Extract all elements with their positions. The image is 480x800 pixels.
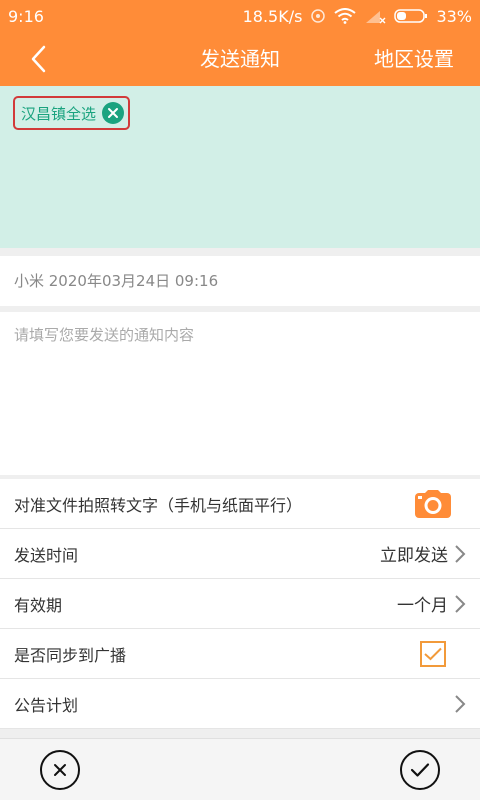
chevron-right-icon <box>454 544 466 564</box>
back-button[interactable] <box>22 42 56 76</box>
send-time-row[interactable]: 发送时间 立即发送 <box>0 529 480 579</box>
battery-icon <box>394 8 428 24</box>
camera-icon[interactable] <box>414 489 452 519</box>
validity-row[interactable]: 有效期 一个月 <box>0 579 480 629</box>
validity-value: 一个月 <box>397 596 448 616</box>
headset-icon <box>310 8 326 24</box>
cancel-button[interactable] <box>40 750 80 790</box>
check-icon <box>424 647 442 660</box>
close-icon <box>108 108 119 118</box>
ocr-photo-row[interactable]: 对准文件拍照转文字（手机与纸面平行） <box>0 479 480 529</box>
validity-label: 有效期 <box>14 595 63 615</box>
battery-level: 33% <box>436 6 472 26</box>
send-time-value: 立即发送 <box>380 546 448 566</box>
notice-plan-row[interactable]: 公告计划 <box>0 679 480 729</box>
notice-plan-label: 公告计划 <box>14 695 79 715</box>
options-list: 对准文件拍照转文字（手机与纸面平行） 发送时间 立即发送 有效期 一个月 是否同… <box>0 479 480 729</box>
tag-label: 汉昌镇全选 <box>21 104 97 123</box>
broadcast-sync-checkbox[interactable] <box>420 640 446 667</box>
content-area <box>0 312 480 475</box>
broadcast-sync-label: 是否同步到广播 <box>14 645 127 665</box>
app-bar: 发送通知 地区设置 <box>0 32 480 86</box>
region-settings-button[interactable]: 地区设置 <box>374 32 454 86</box>
signal-icon <box>364 8 386 24</box>
broadcast-sync-row: 是否同步到广播 <box>0 629 480 679</box>
recipient-tag: 汉昌镇全选 <box>13 96 131 130</box>
status-time: 9:16 <box>8 6 44 26</box>
send-time-label: 发送时间 <box>14 545 79 565</box>
network-speed: 18.5K/s <box>242 6 303 26</box>
close-icon <box>54 764 66 776</box>
chevron-right-icon <box>454 594 466 614</box>
confirm-button[interactable] <box>400 750 440 790</box>
status-right: 18.5K/s 33% <box>243 7 472 26</box>
bottom-bar <box>0 738 480 800</box>
chevron-left-icon <box>31 45 46 73</box>
status-bar: 9:16 18.5K/s 33% <box>0 0 480 32</box>
sender-info: 小米 2020年03月24日 09:16 <box>0 256 480 306</box>
tag-remove-button[interactable] <box>102 102 125 124</box>
ocr-label: 对准文件拍照转文字（手机与纸面平行） <box>14 495 303 515</box>
notice-content-input[interactable] <box>14 324 466 463</box>
check-icon <box>410 763 430 777</box>
wifi-icon <box>334 8 357 24</box>
chevron-right-icon <box>454 694 466 714</box>
